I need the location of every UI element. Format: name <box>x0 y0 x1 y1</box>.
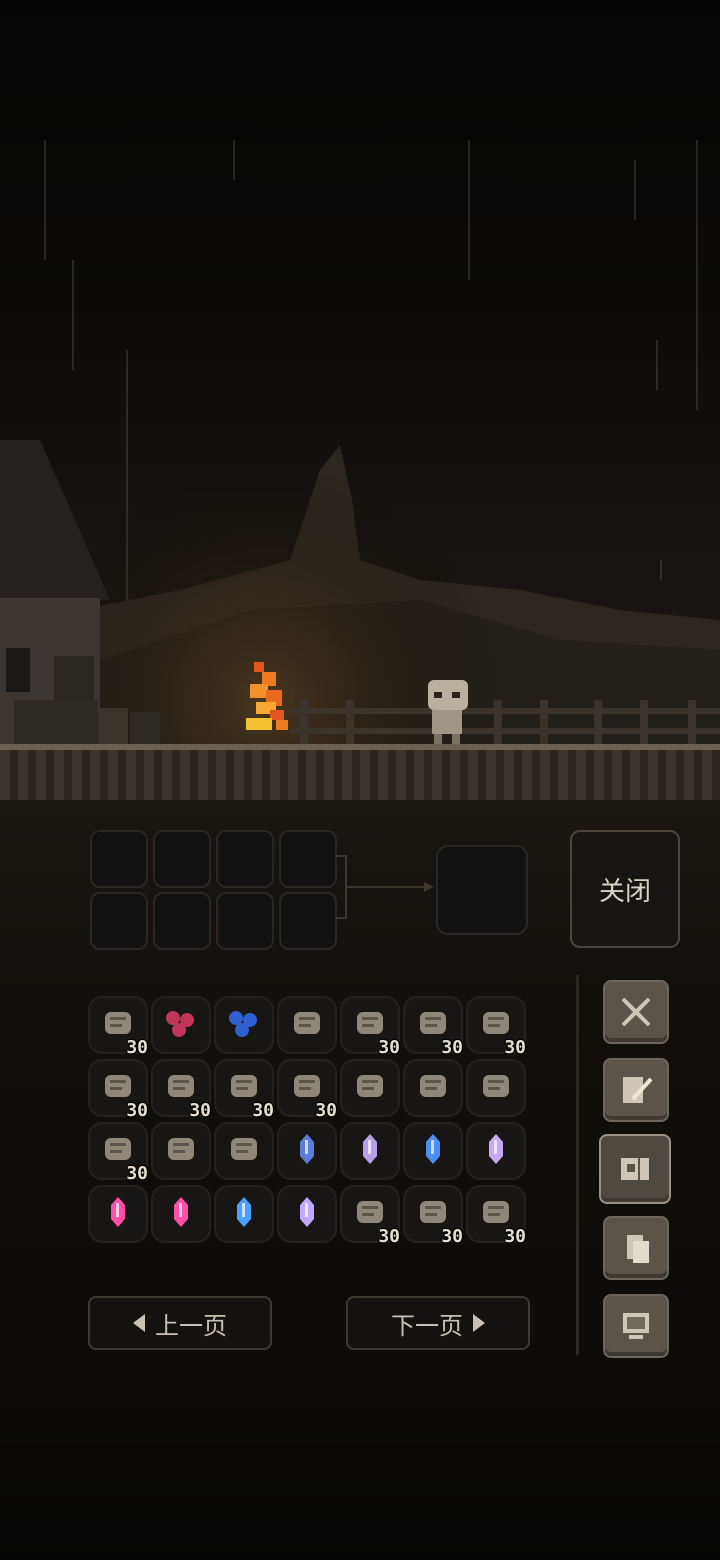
inventory-slot[interactable] <box>340 1122 400 1180</box>
craft-input-slot[interactable] <box>279 892 337 950</box>
craft-input-slot[interactable] <box>279 830 337 888</box>
blue-crystal-icon <box>237 1197 251 1231</box>
crate <box>130 712 160 744</box>
inventory-slot[interactable] <box>277 1122 337 1180</box>
prev-page-label: 上一页 <box>155 1311 227 1340</box>
item-count: 30 <box>126 1100 148 1121</box>
blue-crystal-icon <box>300 1134 314 1168</box>
inventory-slot[interactable]: 30 <box>214 1059 274 1121</box>
scroll-icon <box>478 1071 514 1105</box>
triangle-right-icon <box>473 1314 485 1332</box>
notes-tab-button[interactable] <box>603 1058 669 1122</box>
craft-input-slot[interactable] <box>90 892 148 950</box>
barrel <box>98 708 128 744</box>
inventory-slot[interactable] <box>340 1059 400 1117</box>
violet-crystal-icon <box>363 1134 377 1168</box>
blue-berries-icon <box>226 1008 262 1042</box>
item-count: 30 <box>504 1037 526 1058</box>
crossed-swords-icon <box>621 997 651 1027</box>
item-count: 30 <box>504 1226 526 1247</box>
item-count: 30 <box>126 1037 148 1058</box>
violet-crystal-icon <box>489 1134 503 1168</box>
inventory-slot[interactable] <box>277 1185 337 1243</box>
computer-tab-button[interactable] <box>603 1294 669 1358</box>
inventory-slot[interactable] <box>88 1185 148 1243</box>
blue-crystal-icon <box>426 1134 440 1168</box>
bread-loaf-icon <box>289 1008 325 1042</box>
triangle-left-icon <box>133 1314 145 1332</box>
craft-result-slot[interactable] <box>436 845 528 935</box>
inventory-slot[interactable] <box>466 1059 526 1117</box>
game-screen: 关闭 30 30 30 30 30 30 30 30 30 30 30 30 上一页 下一页 <box>0 0 720 1560</box>
scroll-icon <box>226 1134 262 1168</box>
item-count: 30 <box>378 1037 400 1058</box>
item-count: 30 <box>441 1037 463 1058</box>
pink-crystal-icon <box>174 1197 188 1231</box>
inventory-slot[interactable]: 30 <box>277 1059 337 1121</box>
inventory-slot[interactable]: 30 <box>403 1185 463 1247</box>
violet-crystal-icon <box>300 1197 314 1231</box>
red-berries-icon <box>163 1008 199 1042</box>
inventory-slot[interactable] <box>277 996 337 1054</box>
inventory-slot[interactable] <box>214 1185 274 1243</box>
item-count: 30 <box>315 1100 337 1121</box>
inventory-slot[interactable]: 30 <box>466 996 526 1058</box>
inventory-slot[interactable] <box>403 1059 463 1117</box>
inventory-slot[interactable] <box>466 1122 526 1180</box>
map-icon <box>621 1158 649 1180</box>
inventory-slot[interactable]: 30 <box>340 1185 400 1247</box>
item-count: 30 <box>378 1226 400 1247</box>
ground-edge <box>0 744 720 750</box>
inventory-slot[interactable]: 30 <box>151 1059 211 1121</box>
close-button[interactable]: 关闭 <box>570 830 680 948</box>
inventory-slot[interactable] <box>214 1122 274 1180</box>
documents-tab-button[interactable] <box>603 1216 669 1280</box>
prev-page-button[interactable]: 上一页 <box>88 1296 272 1350</box>
next-page-button[interactable]: 下一页 <box>346 1296 530 1350</box>
game-scene <box>0 0 720 800</box>
inventory-slot[interactable] <box>151 1185 211 1243</box>
sidebar-divider <box>576 975 579 1355</box>
pink-crystal-icon <box>111 1197 125 1231</box>
item-count: 30 <box>126 1163 148 1184</box>
cobblestone-ground <box>0 744 720 800</box>
craft-input-slot[interactable] <box>153 830 211 888</box>
inventory-slot[interactable]: 30 <box>88 996 148 1058</box>
next-page-label: 下一页 <box>391 1311 463 1340</box>
scene-background <box>0 400 720 800</box>
inventory-slot[interactable]: 30 <box>88 1059 148 1121</box>
craft-input-slot[interactable] <box>153 892 211 950</box>
craft-input-slot[interactable] <box>216 830 274 888</box>
equipment-tab-button[interactable] <box>603 980 669 1044</box>
computer-icon <box>623 1313 649 1339</box>
inventory-slot[interactable]: 30 <box>466 1185 526 1247</box>
inventory-slot[interactable]: 30 <box>403 996 463 1058</box>
scroll-icon <box>415 1071 451 1105</box>
item-count: 30 <box>441 1226 463 1247</box>
inventory-slot[interactable] <box>151 996 211 1054</box>
inventory-slot[interactable]: 30 <box>340 996 400 1058</box>
hourglass-icon <box>163 1134 199 1168</box>
scroll-icon <box>352 1071 388 1105</box>
documents-icon <box>627 1235 649 1263</box>
inventory-slot[interactable] <box>151 1122 211 1180</box>
inventory-slot[interactable] <box>403 1122 463 1180</box>
map-tab-button[interactable] <box>599 1134 671 1204</box>
craft-input-slot[interactable] <box>90 830 148 888</box>
item-count: 30 <box>252 1100 274 1121</box>
craft-input-slot[interactable] <box>216 892 274 950</box>
inventory-slot[interactable]: 30 <box>88 1122 148 1184</box>
inventory-slot[interactable] <box>214 996 274 1054</box>
quill-paper-icon <box>623 1077 653 1103</box>
item-count: 30 <box>189 1100 211 1121</box>
craft-arrow <box>336 855 434 919</box>
